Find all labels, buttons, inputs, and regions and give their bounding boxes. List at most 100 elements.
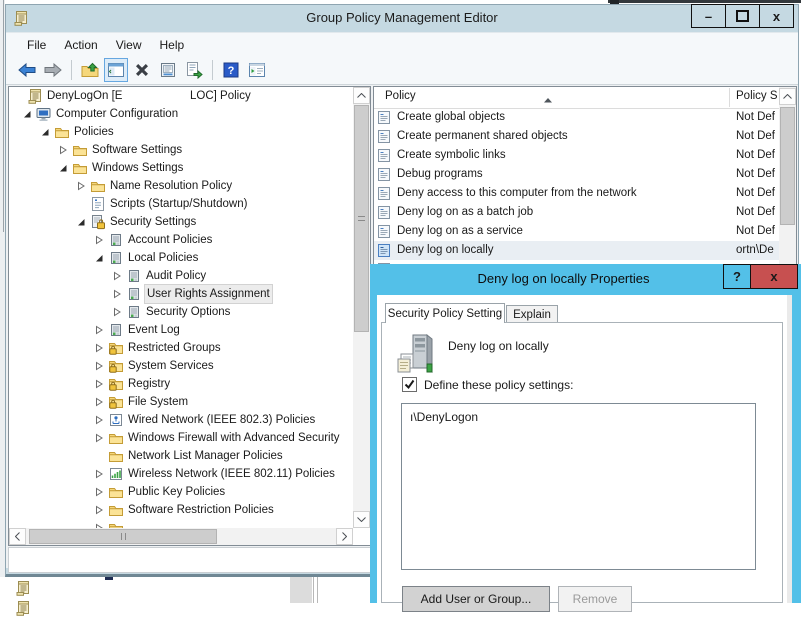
tree-item-label[interactable]: Registry [126,375,172,393]
delete-toolbar-button[interactable] [130,58,154,82]
list-scroll-thumb[interactable] [780,107,795,225]
tree-item[interactable]: Windows Settings [9,159,353,177]
help-toolbar-button[interactable]: ? [219,58,243,82]
scroll-up-icon[interactable] [779,88,796,105]
tree-item-label[interactable]: Scripts (Startup/Shutdown) [108,195,249,213]
expand-expanded-icon[interactable] [59,163,72,173]
expand-collapsed-icon[interactable] [95,235,108,245]
tree-item-label[interactable]: User Rights Assignment [144,284,273,304]
tree-item[interactable]: Windows Firewall with Advanced Security [9,429,353,447]
expand-collapsed-icon[interactable] [113,289,126,299]
expand-collapsed-icon[interactable] [95,469,108,479]
tree-item[interactable]: Audit Policy [9,267,353,285]
tree-item-label[interactable]: Security Options [144,303,232,321]
policy-row[interactable]: Deny access to this computer from the ne… [374,184,779,203]
tree-item[interactable]: File System [9,393,353,411]
tree-item-label[interactable]: Event Log [126,321,182,339]
tree-item[interactable]: Event Log [9,321,353,339]
tree-item-label[interactable]: Wired Network (IEEE 802.3) Policies [126,411,317,429]
expand-collapsed-icon[interactable] [95,505,108,515]
scroll-up-icon[interactable] [353,87,370,104]
tree-item-label[interactable]: Security Settings [108,213,198,231]
tab-security-policy-setting[interactable]: Security Policy Setting [385,303,505,323]
expand-collapsed-icon[interactable] [95,397,108,407]
tree-item[interactable]: Account Policies [9,231,353,249]
expand-collapsed-icon[interactable] [95,325,108,335]
window-titlebar[interactable]: Group Policy Management Editor – x [6,5,798,32]
policy-row[interactable]: Create symbolic linksNot Def [374,146,779,165]
back-toolbar-button[interactable] [15,58,39,82]
tree-root-label-right[interactable]: LOC] Policy [190,87,251,105]
tree-item-label[interactable]: Public Key Policies [126,483,227,501]
tree-item-label[interactable]: Windows Settings [90,159,185,177]
expand-collapsed-icon[interactable] [95,487,108,497]
tree-item-label[interactable]: Computer Configuration [54,105,180,123]
tree-item-label[interactable]: Wireless Network (IEEE 802.11) Policies [126,465,337,483]
tree-item[interactable]: Security Settings [9,213,353,231]
tree-item[interactable]: Wired Network (IEEE 802.3) Policies [9,411,353,429]
menu-file[interactable]: File [18,35,55,55]
folder-up-toolbar-button[interactable] [78,58,102,82]
menu-view[interactable]: View [107,35,151,55]
tree-item[interactable]: System Services [9,357,353,375]
maximize-button[interactable] [725,4,760,28]
tree-item[interactable]: Security Options [9,303,353,321]
expand-collapsed-icon[interactable] [95,361,108,371]
expand-collapsed-icon[interactable] [95,415,108,425]
expand-expanded-icon[interactable] [77,217,90,227]
expand-collapsed-icon[interactable] [59,145,72,155]
expand-collapsed-icon[interactable] [113,307,126,317]
tree-item[interactable]: DenyLogOn [E LOC] Policy [9,87,353,105]
tree-item-label[interactable]: Network List Manager Policies [126,447,285,465]
properties-toolbar-button[interactable] [156,58,180,82]
expand-collapsed-icon[interactable] [95,343,108,353]
scroll-down-icon[interactable] [353,511,370,528]
policy-members-listbox[interactable]: ı\DenyLogon [401,403,756,570]
tree-item[interactable]: Policies [9,123,353,141]
menu-action[interactable]: Action [55,35,106,55]
policy-row[interactable]: Debug programsNot Def [374,165,779,184]
tree-item[interactable]: Local Policies [9,249,353,267]
tree-vertical-scrollbar[interactable] [353,87,370,528]
add-user-or-group-button[interactable]: Add User or Group... [402,586,550,612]
menu-help[interactable]: Help [151,35,194,55]
dialog-help-button[interactable]: ? [723,264,751,289]
tree-item-label[interactable]: Policies [72,123,116,141]
tree-hscroll-thumb[interactable] [29,529,217,544]
tree-horizontal-scrollbar[interactable] [9,528,353,545]
tree-item-label[interactable]: Name Resolution Policy [108,177,234,195]
minimize-button[interactable]: – [691,4,726,28]
tree-item[interactable]: Wireless Network (IEEE 802.11) Policies [9,465,353,483]
expand-collapsed-icon[interactable] [95,433,108,443]
tree-item-label[interactable]: File System [126,393,190,411]
tab-explain[interactable]: Explain [506,305,558,323]
column-header-policy[interactable]: Policy [385,90,416,102]
tree-item[interactable]: Restricted Groups [9,339,353,357]
expand-expanded-icon[interactable] [23,109,36,119]
expand-expanded-icon[interactable] [95,253,108,263]
tree-item[interactable]: Name Resolution Policy [9,177,353,195]
tree-item[interactable]: Network List Manager Policies [9,447,353,465]
tree-item[interactable] [9,519,353,528]
listbox-entry[interactable]: ı\DenyLogon [402,404,755,424]
column-divider[interactable] [729,88,730,107]
tree-item[interactable]: Registry [9,375,353,393]
tree-scroll-thumb[interactable] [354,105,369,332]
export-list-toolbar-button[interactable] [182,58,206,82]
expand-collapsed-icon[interactable] [77,181,90,191]
policy-row[interactable]: Create global objectsNot Def [374,108,779,127]
dialog-close-button[interactable]: x [750,264,798,289]
policy-row[interactable]: Deny log on as a serviceNot Def [374,222,779,241]
tree-item-selected[interactable]: User Rights Assignment [9,285,353,303]
expand-collapsed-icon[interactable] [113,271,126,281]
console-window-toolbar-button[interactable] [104,58,128,82]
tree-item[interactable]: Public Key Policies [9,483,353,501]
tree-item-label[interactable]: Software Settings [90,141,184,159]
console-tree-toolbar-button[interactable] [245,58,269,82]
tree-item-label[interactable]: Restricted Groups [126,339,223,357]
define-policy-checkbox[interactable] [402,377,417,392]
tree-item-label[interactable]: Software Restriction Policies [126,501,276,519]
tree-item-label[interactable]: DenyLogOn [E [45,87,124,105]
scroll-left-icon[interactable] [9,528,26,545]
policy-row[interactable]: Deny log on as a batch jobNot Def [374,203,779,222]
